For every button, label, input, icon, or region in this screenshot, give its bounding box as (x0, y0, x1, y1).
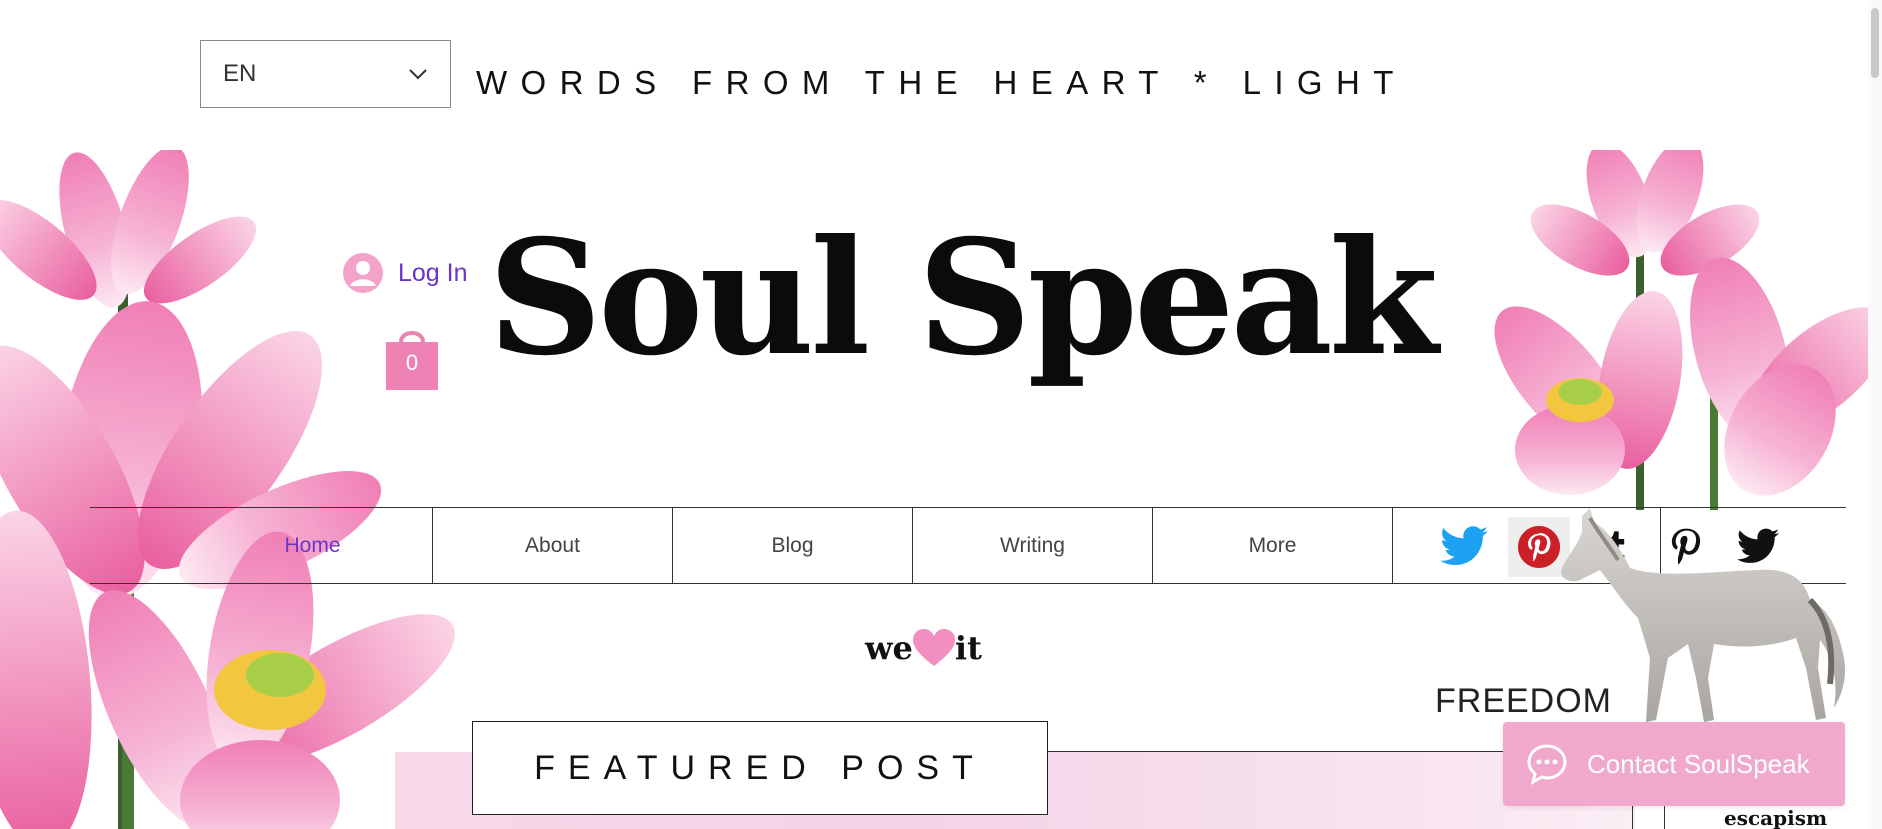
login-button[interactable]: Log In (342, 252, 468, 294)
chat-bubble-icon (1527, 744, 1567, 785)
avatar-icon (343, 253, 383, 293)
page-scrollbar[interactable] (1868, 0, 1882, 829)
lotus-flowers-right-image (1494, 150, 1882, 510)
cart-count: 0 (405, 350, 419, 375)
language-selected-value: EN (223, 60, 257, 87)
escapism-label: escapism (1724, 806, 1828, 829)
nav-item-writing[interactable]: Writing (913, 507, 1153, 584)
featured-post-banner: FEATURED POST (472, 721, 1048, 815)
nav-item-home[interactable]: Home (193, 507, 433, 584)
cart-button[interactable]: 0 (386, 324, 438, 390)
contact-chat-label: Contact SoulSpeak (1587, 748, 1810, 779)
freedom-heading: FREEDOM (1435, 682, 1612, 720)
twitter-link[interactable] (1434, 517, 1494, 577)
nav-item-blog[interactable]: Blog (673, 507, 913, 584)
main-nav: Home About Blog Writing More (193, 507, 1393, 584)
twitter-icon (1440, 526, 1488, 565)
we-love-prefix: we (865, 629, 913, 667)
nav-item-about[interactable]: About (433, 507, 673, 584)
site-tagline: WORDS FROM THE HEART * LIGHT (476, 64, 1407, 101)
language-select[interactable]: EN (200, 40, 451, 108)
nav-item-more[interactable]: More (1153, 507, 1393, 584)
chevron-down-icon (409, 69, 427, 80)
we-love-it-logo: we it (865, 628, 982, 668)
heart-icon (912, 629, 955, 666)
site-title: Soul Speak (488, 206, 1438, 391)
featured-post-label: FEATURED POST (534, 748, 986, 787)
login-label: Log In (398, 258, 468, 287)
contact-chat-button[interactable]: Contact SoulSpeak (1503, 722, 1845, 806)
we-love-suffix: it (954, 629, 982, 667)
scrollbar-thumb[interactable] (1871, 8, 1879, 78)
